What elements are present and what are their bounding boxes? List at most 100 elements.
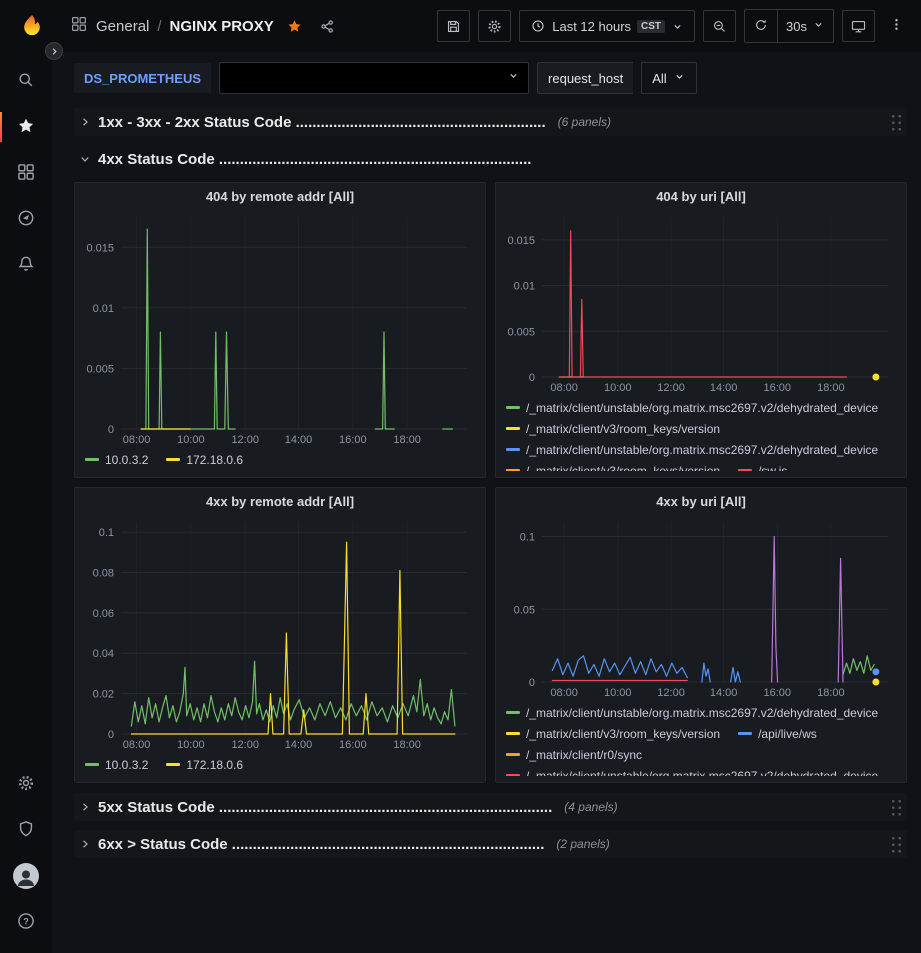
- dashboard-row-5xx[interactable]: 5xx Status Code ........................…: [74, 793, 907, 821]
- row-drag-handle[interactable]: [890, 835, 903, 854]
- sidebar-item-profile[interactable]: [0, 853, 52, 899]
- help-icon: ?: [16, 911, 36, 934]
- panel-title[interactable]: 404 by remote addr [All]: [83, 183, 477, 209]
- row-title: 1xx - 3xx - 2xx Status Code ............…: [98, 114, 546, 131]
- panel-4xx-by-remote-addr: 4xx by remote addr [All] 08:0010:0012:00…: [74, 487, 486, 783]
- left-sidebar: ?: [0, 52, 52, 953]
- time-series-chart[interactable]: 08:0010:0012:0014:0016:0018:0000.0050.01…: [504, 209, 898, 395]
- legend-item[interactable]: /_matrix/client/v3/room_keys/version: [506, 727, 720, 741]
- svg-text:0.015: 0.015: [507, 235, 535, 247]
- dashboard-title[interactable]: NGINX PROXY: [170, 18, 274, 35]
- legend-item[interactable]: 10.0.3.2: [85, 453, 148, 467]
- sidebar-item-search[interactable]: [0, 58, 52, 104]
- svg-text:10:00: 10:00: [177, 739, 205, 751]
- svg-text:16:00: 16:00: [764, 382, 792, 394]
- datasource-variable-link[interactable]: DS_PROMETHEUS: [74, 63, 211, 93]
- legend-item[interactable]: 10.0.3.2: [85, 758, 148, 772]
- series-color-swatch: [166, 458, 180, 461]
- svg-text:14:00: 14:00: [710, 382, 738, 394]
- series-label: 10.0.3.2: [105, 758, 148, 772]
- dashboard-row-1xx-3xx-2xx[interactable]: 1xx - 3xx - 2xx Status Code ............…: [74, 108, 907, 136]
- panel-title[interactable]: 404 by uri [All]: [504, 183, 898, 209]
- series-color-swatch: [506, 448, 520, 451]
- breadcrumb-folder[interactable]: General: [96, 18, 149, 35]
- sidebar-item-configuration[interactable]: [0, 761, 52, 807]
- zoom-out-button[interactable]: [703, 10, 736, 42]
- gear-icon: [486, 18, 503, 35]
- time-range-picker[interactable]: Last 12 hours CST: [519, 10, 695, 42]
- sidebar-item-dashboards[interactable]: [0, 150, 52, 196]
- series-color-swatch: [506, 732, 520, 735]
- chevron-right-icon: [78, 800, 92, 814]
- favorite-star-icon[interactable]: [286, 18, 303, 35]
- svg-text:18:00: 18:00: [817, 687, 845, 699]
- dashboard-main: DS_PROMETHEUS request_host All: [52, 52, 921, 953]
- series-color-swatch: [506, 711, 520, 714]
- kiosk-mode-button[interactable]: [842, 10, 875, 42]
- grafana-logo[interactable]: [12, 13, 52, 39]
- svg-text:10:00: 10:00: [604, 687, 632, 699]
- time-series-chart[interactable]: 08:0010:0012:0014:0016:0018:0000.020.040…: [83, 514, 477, 752]
- breadcrumb-separator: /: [157, 18, 161, 35]
- panel-title[interactable]: 4xx by remote addr [All]: [83, 488, 477, 514]
- svg-text:?: ?: [23, 916, 29, 926]
- svg-text:0.005: 0.005: [507, 326, 535, 338]
- time-series-chart[interactable]: 08:0010:0012:0014:0016:0018:0000.0050.01…: [83, 209, 477, 447]
- dashboard-row-4xx[interactable]: 4xx Status Code ........................…: [74, 145, 907, 173]
- row-drag-handle[interactable]: [890, 113, 903, 132]
- legend-item[interactable]: 172.18.0.6: [166, 453, 243, 467]
- clock-icon: [530, 18, 546, 34]
- row-panel-count: (2 panels): [556, 837, 609, 851]
- sidebar-item-explore[interactable]: [0, 196, 52, 242]
- panel-title[interactable]: 4xx by uri [All]: [504, 488, 898, 514]
- series-color-swatch: [738, 732, 752, 735]
- legend-item[interactable]: 172.18.0.6: [166, 758, 243, 772]
- request-host-select[interactable]: All: [641, 62, 696, 94]
- dashboard-row-6xx[interactable]: 6xx > Status Code ......................…: [74, 830, 907, 858]
- legend-item[interactable]: /_matrix/client/r0/sync: [506, 748, 642, 762]
- svg-text:0.02: 0.02: [93, 689, 114, 701]
- svg-text:0: 0: [529, 677, 535, 689]
- panel-4xx-by-uri: 4xx by uri [All] 08:0010:0012:0014:0016:…: [495, 487, 907, 783]
- kebab-menu-icon: [888, 16, 905, 36]
- series-label: /sw.js: [758, 464, 787, 472]
- legend-item[interactable]: /api/live/ws: [738, 727, 817, 741]
- more-options-button[interactable]: [883, 10, 909, 42]
- save-dashboard-button[interactable]: [437, 10, 470, 42]
- legend-item[interactable]: /_matrix/client/unstable/org.matrix.msc2…: [506, 706, 878, 720]
- legend-item[interactable]: /_matrix/client/unstable/org.matrix.msc2…: [506, 401, 878, 415]
- time-series-chart[interactable]: 08:0010:0012:0014:0016:0018:0000.050.1: [504, 514, 898, 700]
- series-label: /_matrix/client/v3/room_keys/version: [526, 464, 720, 472]
- sidebar-item-alerting[interactable]: [0, 242, 52, 288]
- shield-icon: [16, 819, 36, 842]
- svg-text:08:00: 08:00: [550, 382, 578, 394]
- legend-item[interactable]: /_matrix/client/v3/room_keys/version: [506, 422, 720, 436]
- refresh-interval-dropdown[interactable]: 30s: [777, 10, 833, 42]
- refresh-button[interactable]: [745, 10, 777, 42]
- save-icon: [445, 18, 462, 35]
- svg-text:12:00: 12:00: [231, 434, 259, 446]
- row-title: 6xx > Status Code ......................…: [98, 836, 544, 853]
- svg-text:16:00: 16:00: [339, 739, 367, 751]
- legend-item[interactable]: /_matrix/client/unstable/org.matrix.msc2…: [506, 769, 878, 777]
- time-range-label: Last 12 hours: [552, 19, 631, 34]
- monitor-icon: [850, 18, 867, 35]
- svg-text:10:00: 10:00: [177, 434, 205, 446]
- dashboard-settings-button[interactable]: [478, 10, 511, 42]
- datasource-value-select[interactable]: [219, 62, 529, 94]
- dashboard-canvas: 1xx - 3xx - 2xx Status Code ............…: [52, 104, 921, 953]
- chevron-down-icon: [812, 18, 825, 34]
- legend-item[interactable]: /sw.js: [738, 464, 787, 472]
- legend-item[interactable]: /_matrix/client/unstable/org.matrix.msc2…: [506, 443, 878, 457]
- sidebar-item-help[interactable]: ?: [0, 899, 52, 945]
- sidebar-item-starred[interactable]: [0, 104, 52, 150]
- chart-legend: /_matrix/client/unstable/org.matrix.msc2…: [504, 700, 898, 776]
- sidebar-item-server-admin[interactable]: [0, 807, 52, 853]
- series-color-swatch: [506, 774, 520, 776]
- row-drag-handle[interactable]: [890, 798, 903, 817]
- svg-text:0.1: 0.1: [520, 532, 535, 544]
- legend-item[interactable]: /_matrix/client/v3/room_keys/version: [506, 464, 720, 472]
- sidebar-expand-button[interactable]: [45, 42, 63, 60]
- share-icon[interactable]: [319, 18, 336, 35]
- series-color-swatch: [506, 427, 520, 430]
